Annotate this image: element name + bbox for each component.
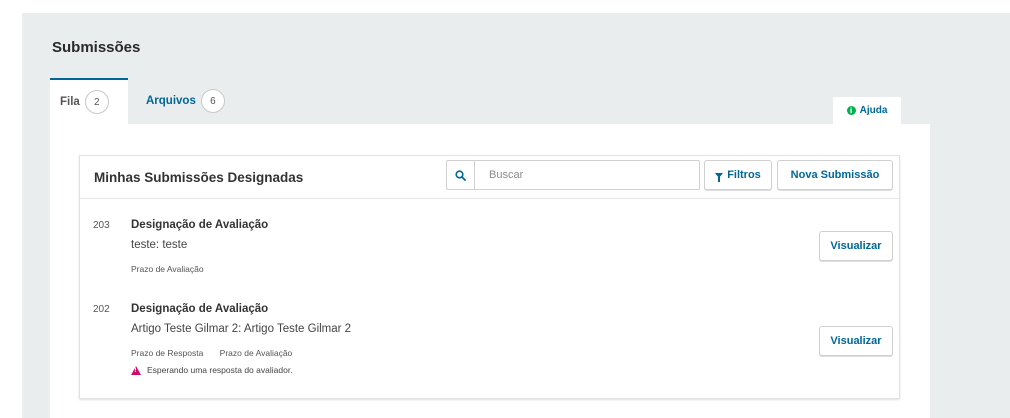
list-title: Minhas Submissões Designadas xyxy=(94,170,304,185)
search-button[interactable] xyxy=(447,161,475,189)
view-button[interactable]: Visualizar xyxy=(819,231,893,261)
submission-type: Designação de Avaliação xyxy=(131,219,269,231)
page-title: Submissões xyxy=(52,39,141,56)
warning-text: Esperando uma resposta do avaliador. xyxy=(147,365,293,375)
submission-type: Designação de Avaliação xyxy=(131,303,269,315)
view-button[interactable]: Visualizar xyxy=(819,326,893,356)
meta-tag: Prazo de Avaliação xyxy=(131,264,204,274)
help-button[interactable]: i Ajuda xyxy=(833,97,901,124)
submission-warning: Esperando uma resposta do avaliador. xyxy=(131,365,293,375)
submission-title: Artigo Teste Gilmar 2: Artigo Teste Gilm… xyxy=(131,323,352,335)
search-input[interactable] xyxy=(475,161,699,189)
tab-queue-count: 2 xyxy=(84,90,109,114)
meta-tag: Prazo de Resposta xyxy=(131,348,204,358)
tab-archives-count: 6 xyxy=(200,89,225,113)
filters-button[interactable]: Filtros xyxy=(704,160,772,190)
submission-id: 202 xyxy=(93,304,110,315)
submission-meta: Prazo de Resposta Prazo de Avaliação xyxy=(131,348,292,358)
filter-icon xyxy=(715,172,724,182)
warning-icon xyxy=(131,365,141,375)
new-submission-button[interactable]: Nova Submissão xyxy=(777,160,893,190)
info-icon: i xyxy=(846,106,856,115)
filters-label: Filtros xyxy=(727,169,761,181)
submissions-list-panel: Minhas Submissões Designadas Filtros Nov… xyxy=(79,155,900,399)
list-item: 202 Designação de Avaliação Artigo Teste… xyxy=(80,298,899,388)
meta-tag: Prazo de Avaliação xyxy=(219,348,293,358)
help-label: Ajuda xyxy=(859,105,888,116)
tab-queue[interactable]: Fila 2 xyxy=(50,78,128,124)
search-box xyxy=(446,160,700,190)
tab-archives-label: Arquivos xyxy=(146,95,196,107)
list-header: Minhas Submissões Designadas Filtros Nov… xyxy=(80,156,899,199)
search-icon xyxy=(455,169,466,181)
tab-archives[interactable]: Arquivos 6 xyxy=(138,78,225,124)
submission-meta: Prazo de Avaliação xyxy=(131,264,204,274)
submission-id: 203 xyxy=(93,220,110,231)
list-item: 203 Designação de Avaliação teste: teste… xyxy=(80,214,899,284)
submission-title: teste: teste xyxy=(131,239,188,251)
tab-queue-label: Fila xyxy=(60,96,80,108)
